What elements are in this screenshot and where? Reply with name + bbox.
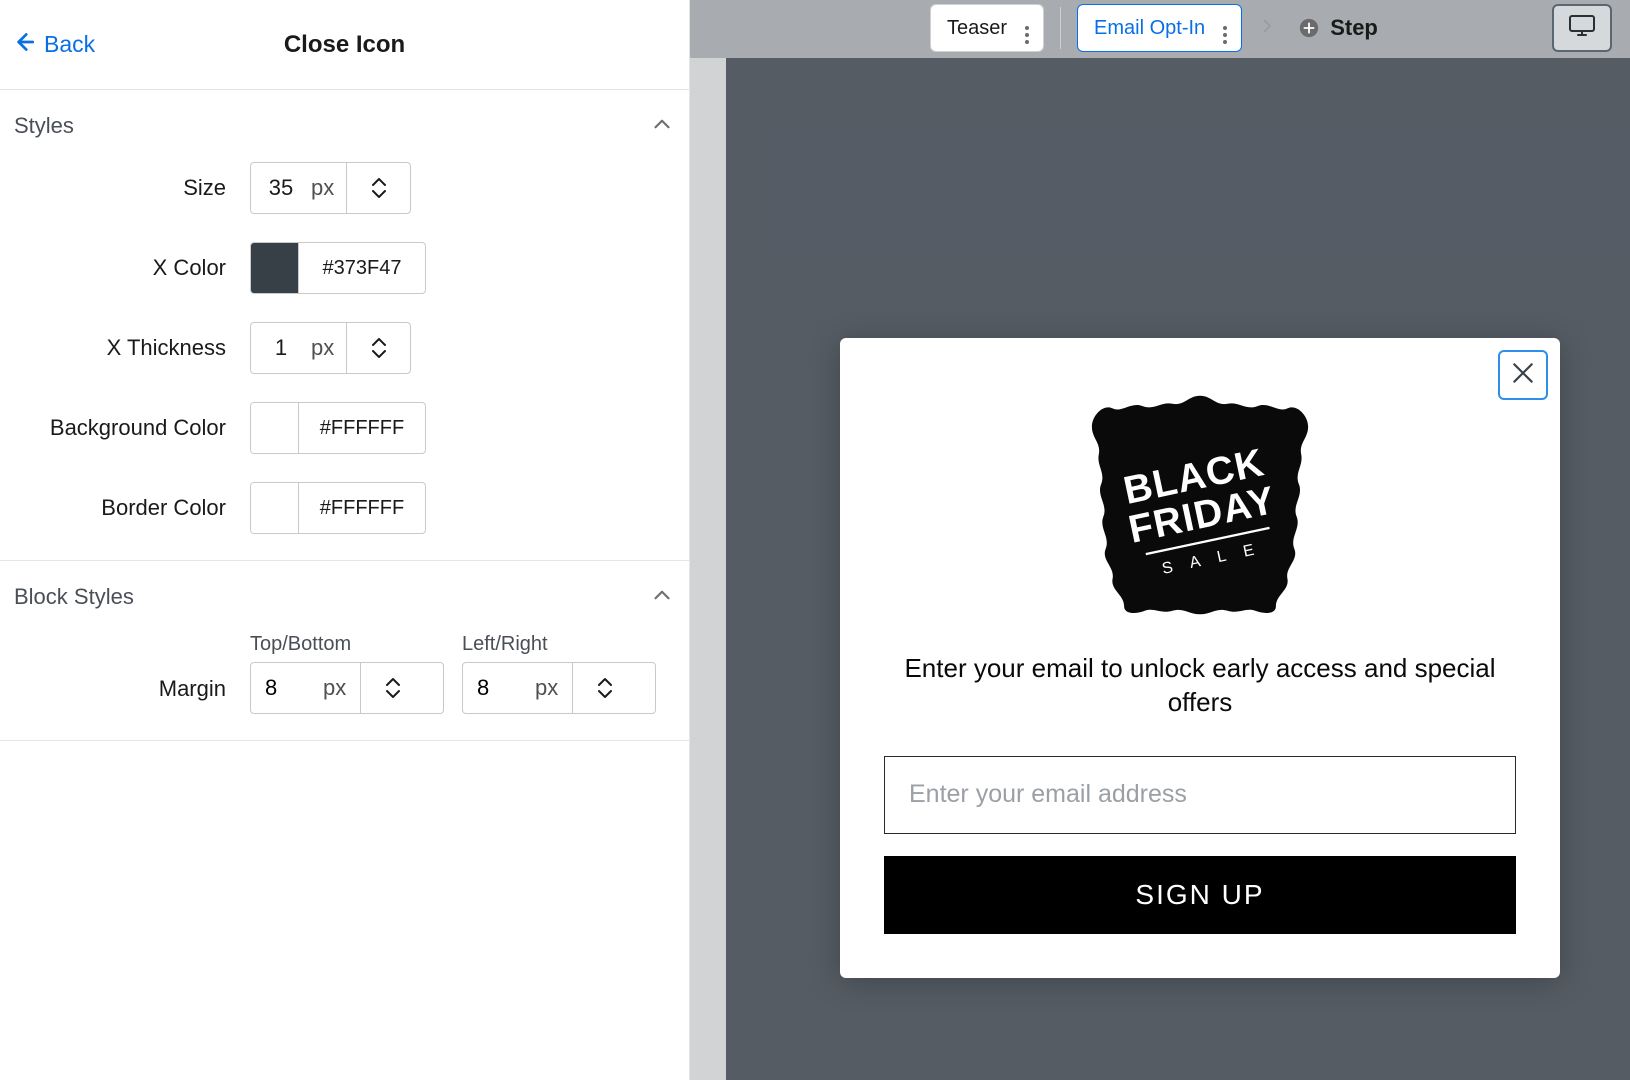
margin-tb-stepper[interactable] xyxy=(360,663,424,713)
more-menu-icon[interactable] xyxy=(1217,9,1233,48)
popup-preview: BLACK FRIDAY S A L E Enter your email to… xyxy=(840,338,1560,978)
email-input[interactable] xyxy=(884,756,1516,834)
row-bg-color: Background Color #FFFFFF xyxy=(14,402,675,454)
border-color-swatch xyxy=(251,483,299,533)
close-icon xyxy=(1510,360,1536,391)
chevron-up-icon xyxy=(649,582,675,613)
step-email-opt-in[interactable]: Email Opt-In xyxy=(1077,4,1242,52)
x-thickness-unit: px xyxy=(311,323,346,373)
x-color-swatch xyxy=(251,243,299,293)
arrow-left-icon xyxy=(10,29,36,60)
size-stepper[interactable] xyxy=(346,163,410,213)
x-thickness-input[interactable] xyxy=(251,323,311,373)
monitor-icon xyxy=(1568,14,1596,43)
device-preview-button[interactable] xyxy=(1552,4,1612,52)
more-menu-icon[interactable] xyxy=(1019,9,1035,48)
x-color-hex: #373F47 xyxy=(299,243,425,293)
size-label: Size xyxy=(14,175,250,201)
back-label: Back xyxy=(44,31,95,58)
margin-tb-label: Top/Bottom xyxy=(250,633,444,656)
margin-lr-stepper[interactable] xyxy=(572,663,636,713)
size-input-group: px xyxy=(250,162,411,214)
row-x-thickness: X Thickness px xyxy=(14,322,675,374)
step-teaser[interactable]: Teaser xyxy=(930,4,1044,52)
margin-lr-group: Left/Right px xyxy=(462,633,656,714)
step-teaser-label: Teaser xyxy=(947,17,1007,40)
margin-lr-input[interactable] xyxy=(463,663,531,713)
chevron-right-icon xyxy=(1258,17,1276,40)
section-styles-title: Styles xyxy=(14,113,74,139)
sidebar-header: Back Close Icon xyxy=(0,0,689,90)
add-step-label: Step xyxy=(1330,15,1378,41)
x-thickness-label: X Thickness xyxy=(14,335,250,361)
size-input[interactable] xyxy=(251,163,311,213)
section-block-title: Block Styles xyxy=(14,584,134,610)
margin-label: Margin xyxy=(14,676,250,714)
settings-sidebar: Back Close Icon Styles Size px xyxy=(0,0,690,1080)
border-color-label: Border Color xyxy=(14,495,250,521)
canvas-gutter xyxy=(690,58,726,1080)
section-styles: Styles Size px xyxy=(0,90,689,561)
border-color-picker[interactable]: #FFFFFF xyxy=(250,482,426,534)
x-color-label: X Color xyxy=(14,255,250,281)
panel-title: Close Icon xyxy=(0,31,689,59)
row-size: Size px xyxy=(14,162,675,214)
section-block-header[interactable]: Block Styles xyxy=(14,561,675,633)
divider xyxy=(1060,7,1061,49)
chevron-up-icon xyxy=(649,111,675,142)
bg-color-picker[interactable]: #FFFFFF xyxy=(250,402,426,454)
x-thickness-stepper[interactable] xyxy=(346,323,410,373)
black-friday-badge: BLACK FRIDAY S A L E xyxy=(1085,390,1315,620)
plus-circle-icon xyxy=(1298,17,1320,39)
row-border-color: Border Color #FFFFFF xyxy=(14,482,675,534)
margin-lr-label: Left/Right xyxy=(462,633,656,656)
add-step-button[interactable]: Step xyxy=(1292,15,1384,41)
row-margin: Margin Top/Bottom px xyxy=(14,633,675,714)
signup-button[interactable]: SIGN UP xyxy=(884,856,1516,934)
margin-tb-group: Top/Bottom px xyxy=(250,633,444,714)
x-thickness-input-group: px xyxy=(250,322,411,374)
back-button[interactable]: Back xyxy=(0,29,95,60)
section-block-styles: Block Styles Margin Top/Bottom px xyxy=(0,561,689,741)
margin-tb-input[interactable] xyxy=(251,663,319,713)
preview-area: Teaser Email Opt-In Step xyxy=(690,0,1630,1080)
preview-canvas: BLACK FRIDAY S A L E Enter your email to… xyxy=(690,58,1630,1080)
margin-tb-unit: px xyxy=(319,663,360,713)
size-unit: px xyxy=(311,163,346,213)
bg-color-swatch xyxy=(251,403,299,453)
row-x-color: X Color #373F47 xyxy=(14,242,675,294)
step-toolbar: Teaser Email Opt-In Step xyxy=(690,0,1630,56)
step-email-opt-in-label: Email Opt-In xyxy=(1094,17,1205,40)
section-styles-header[interactable]: Styles xyxy=(14,90,675,162)
close-button[interactable] xyxy=(1498,350,1548,400)
bg-color-label: Background Color xyxy=(14,415,250,441)
margin-lr-unit: px xyxy=(531,663,572,713)
x-color-picker[interactable]: #373F47 xyxy=(250,242,426,294)
bg-color-hex: #FFFFFF xyxy=(299,403,425,453)
popup-description: Enter your email to unlock early access … xyxy=(884,652,1516,720)
border-color-hex: #FFFFFF xyxy=(299,483,425,533)
